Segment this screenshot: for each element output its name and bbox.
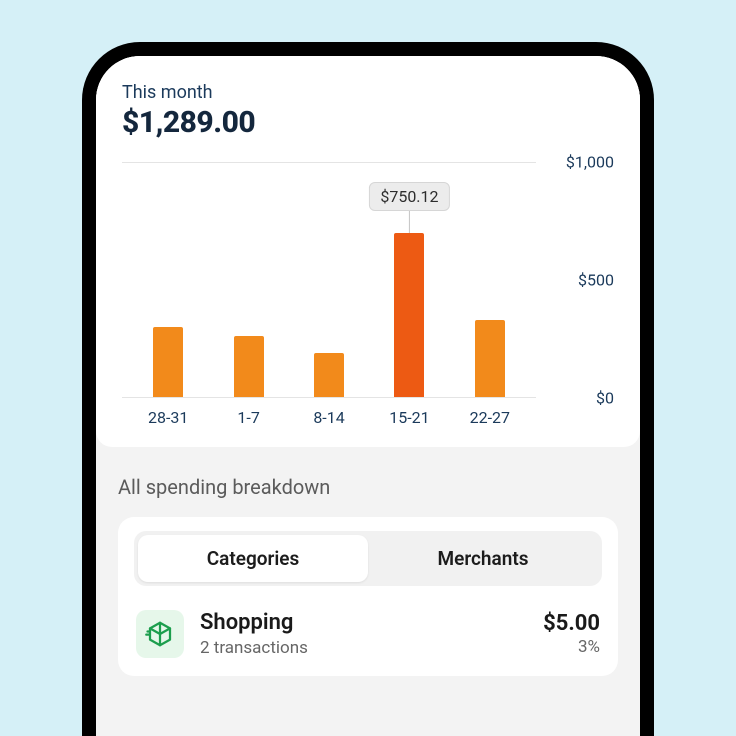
y-tick-label: $0 bbox=[596, 389, 614, 408]
x-tick-label: 28-31 bbox=[128, 408, 208, 427]
category-list: Shopping2 transactions $5.003% bbox=[134, 606, 602, 676]
category-sub: 2 transactions bbox=[200, 638, 527, 658]
bar[interactable] bbox=[475, 320, 505, 397]
tooltip-stem bbox=[409, 211, 410, 233]
bar-slot[interactable] bbox=[208, 163, 288, 397]
tab-merchants[interactable]: Merchants bbox=[368, 535, 598, 582]
bar-slot[interactable] bbox=[128, 163, 208, 397]
x-tick-label: 8-14 bbox=[289, 408, 369, 427]
bar-slot[interactable] bbox=[289, 163, 369, 397]
breakdown-card: CategoriesMerchants Shopping2 transactio… bbox=[118, 517, 618, 676]
bar[interactable] bbox=[153, 327, 183, 397]
tab-categories[interactable]: Categories bbox=[138, 535, 368, 582]
chart-area: $750.12 28-311-78-1415-2122-27 bbox=[122, 162, 536, 427]
bar-slot[interactable]: $750.12 bbox=[369, 163, 449, 397]
screen: This month $1,289.00 $750.12 28-311-78-1… bbox=[96, 56, 640, 676]
breakdown-section: All spending breakdown CategoriesMerchan… bbox=[96, 447, 640, 676]
chart-wrap: $750.12 28-311-78-1415-2122-27 $1,000$50… bbox=[122, 162, 614, 427]
y-tick-label: $500 bbox=[578, 271, 614, 290]
x-tick-label: 1-7 bbox=[208, 408, 288, 427]
total-amount: $1,289.00 bbox=[122, 105, 614, 140]
x-tick-label: 22-27 bbox=[450, 408, 530, 427]
category-row[interactable]: Shopping2 transactions $5.003% bbox=[134, 606, 602, 676]
bar-slot[interactable] bbox=[450, 163, 530, 397]
x-axis-labels: 28-311-78-1415-2122-27 bbox=[122, 398, 536, 427]
phone-frame: This month $1,289.00 $750.12 28-311-78-1… bbox=[82, 42, 654, 736]
bar-tooltip: $750.12 bbox=[369, 182, 449, 233]
bar[interactable] bbox=[234, 336, 264, 397]
category-info: Shopping2 transactions bbox=[200, 610, 527, 657]
bar[interactable] bbox=[314, 353, 344, 397]
tooltip-label: $750.12 bbox=[369, 182, 449, 211]
package-icon bbox=[136, 610, 184, 658]
y-tick-label: $1,000 bbox=[566, 153, 614, 172]
bar[interactable] bbox=[394, 233, 424, 397]
category-name: Shopping bbox=[200, 610, 527, 636]
x-tick-label: 15-21 bbox=[369, 408, 449, 427]
period-label: This month bbox=[122, 82, 614, 103]
category-pct: 3% bbox=[543, 637, 600, 657]
spending-chart-card: This month $1,289.00 $750.12 28-311-78-1… bbox=[96, 56, 640, 447]
category-amounts: $5.003% bbox=[543, 611, 600, 657]
y-axis-labels: $1,000$500$0 bbox=[550, 162, 614, 398]
segmented-control[interactable]: CategoriesMerchants bbox=[134, 531, 602, 586]
category-amount: $5.00 bbox=[543, 611, 600, 636]
chart-plot[interactable]: $750.12 bbox=[122, 162, 536, 398]
breakdown-title: All spending breakdown bbox=[118, 475, 618, 499]
